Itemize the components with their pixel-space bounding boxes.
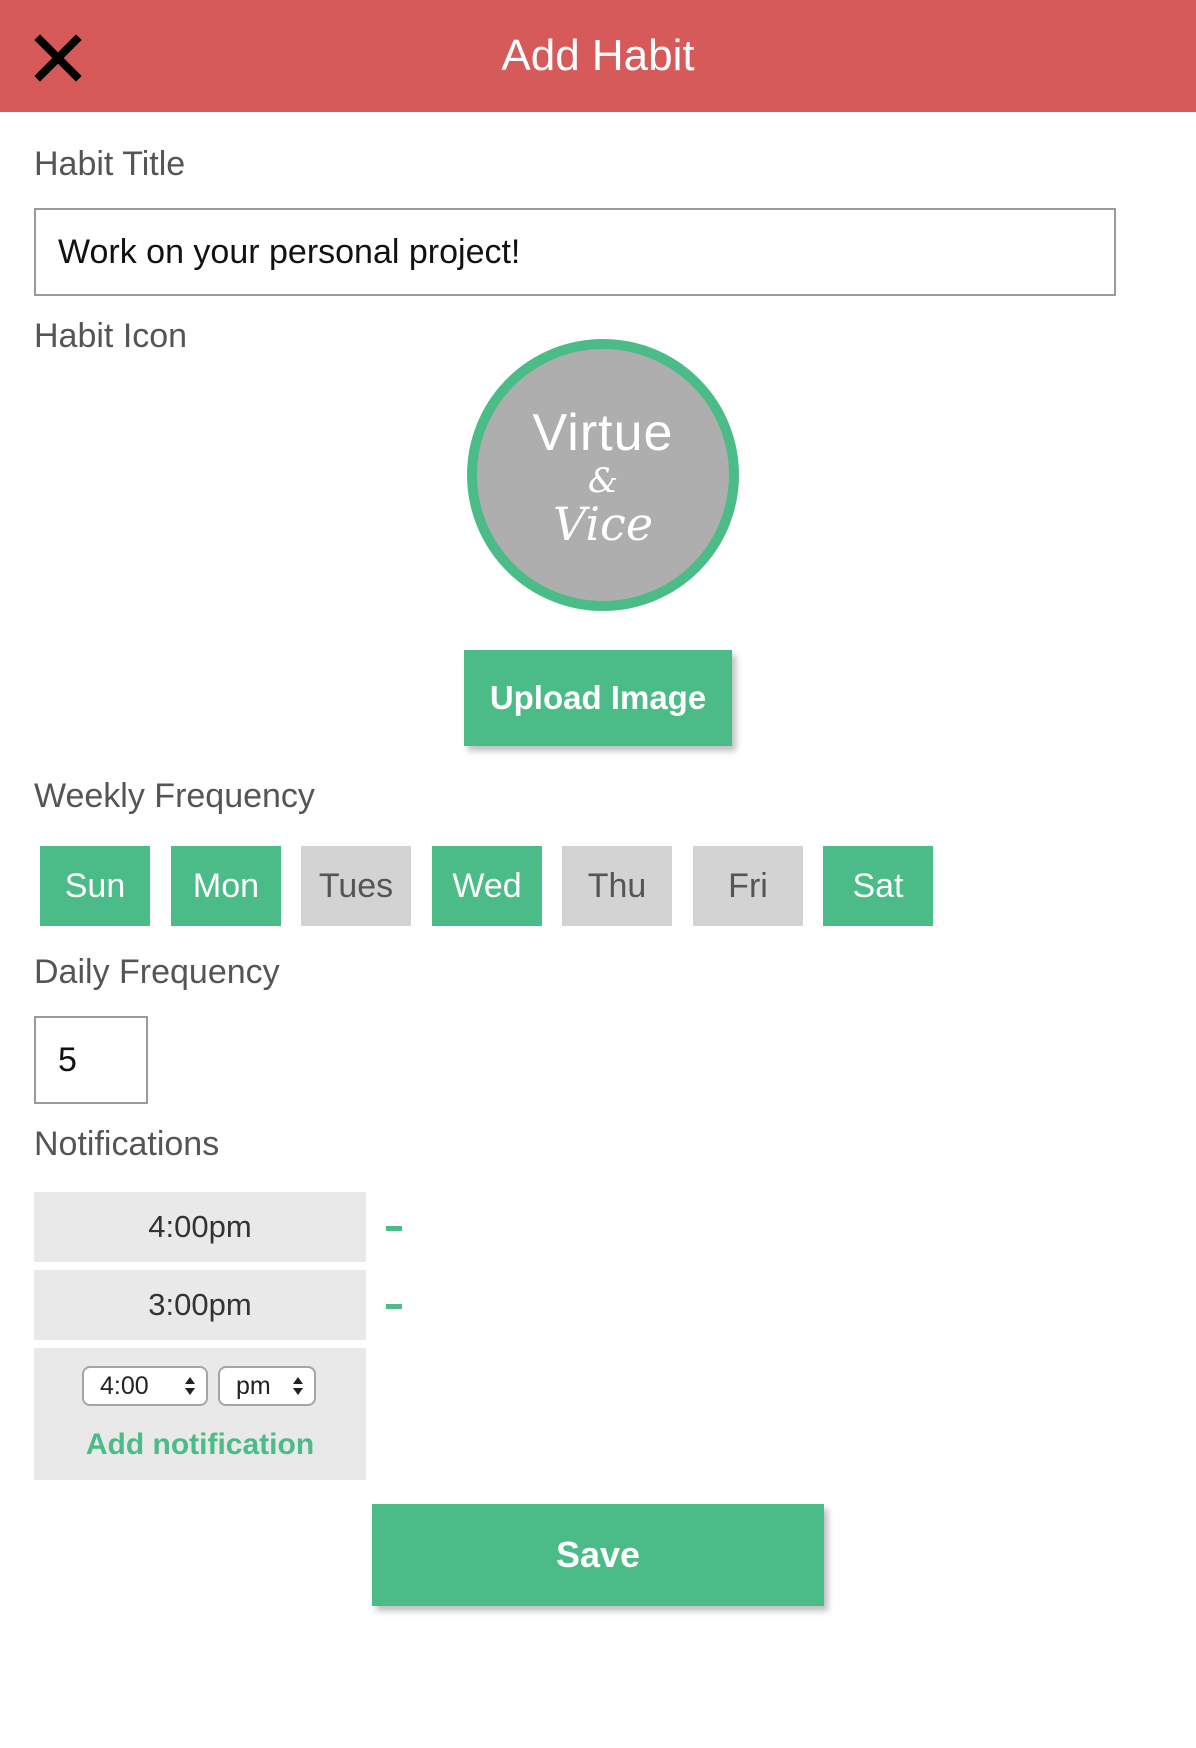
- habit-title-input[interactable]: [34, 208, 1116, 296]
- daily-frequency-input[interactable]: [34, 1016, 148, 1104]
- habit-title-label: Habit Title: [34, 145, 186, 183]
- notifications-label: Notifications: [34, 1125, 220, 1163]
- logo-text-ampersand: &: [587, 461, 619, 501]
- logo-text-vice: Vice: [552, 497, 654, 551]
- time-select[interactable]: 4:00: [82, 1366, 208, 1406]
- select-arrows-icon: [293, 1377, 303, 1395]
- notification-time: 3:00pm: [148, 1287, 252, 1322]
- add-notification-panel: 4:00 pm Add notification: [34, 1348, 366, 1480]
- add-habit-page: Add Habit Habit Title Habit Icon Virtue …: [0, 0, 1196, 1748]
- weekly-frequency-label: Weekly Frequency: [34, 777, 315, 815]
- notification-time: 4:00pm: [148, 1209, 252, 1244]
- save-button[interactable]: Save: [372, 1504, 824, 1606]
- time-select-value: 4:00: [100, 1372, 149, 1400]
- notification-item: 3:00pm: [34, 1270, 366, 1340]
- day-toggle-thu[interactable]: Thu: [562, 846, 672, 926]
- day-toggle-mon[interactable]: Mon: [171, 846, 281, 926]
- day-toggle-wed[interactable]: Wed: [432, 846, 542, 926]
- day-toggle-sun[interactable]: Sun: [40, 846, 150, 926]
- remove-notification-icon[interactable]: [386, 1304, 402, 1309]
- day-toggle-tues[interactable]: Tues: [301, 846, 411, 926]
- ampm-select[interactable]: pm: [218, 1366, 316, 1406]
- habit-icon-image: Virtue & Vice: [467, 339, 739, 611]
- day-toggle-sat[interactable]: Sat: [823, 846, 933, 926]
- habit-icon-label: Habit Icon: [34, 317, 188, 355]
- header-bar: Add Habit: [0, 0, 1196, 112]
- ampm-select-value: pm: [236, 1372, 271, 1400]
- logo-text-virtue: Virtue: [532, 404, 674, 462]
- remove-notification-icon[interactable]: [386, 1226, 402, 1231]
- daily-frequency-label: Daily Frequency: [34, 953, 280, 991]
- notification-item: 4:00pm: [34, 1192, 366, 1262]
- select-arrows-icon: [185, 1377, 195, 1395]
- page-title: Add Habit: [501, 31, 695, 80]
- add-notification-link[interactable]: Add notification: [34, 1428, 366, 1462]
- day-toggle-fri[interactable]: Fri: [693, 846, 803, 926]
- upload-image-button[interactable]: Upload Image: [464, 650, 732, 746]
